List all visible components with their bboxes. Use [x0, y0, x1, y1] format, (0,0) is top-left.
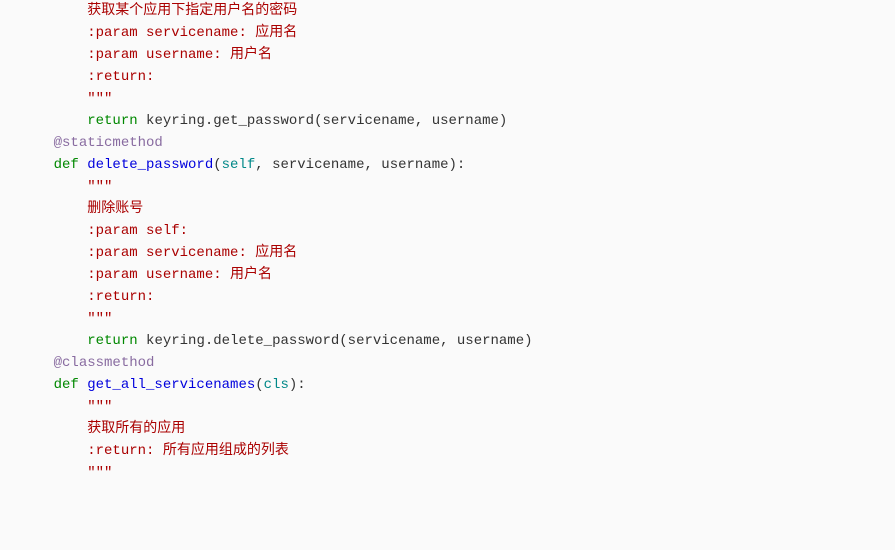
token-plain: ( — [255, 377, 263, 393]
token-comment: :param username: 用户名 — [87, 47, 272, 63]
token-keyword: return — [87, 333, 137, 349]
code-line: return keyring.get_password(servicename,… — [20, 110, 895, 132]
code-line: 获取某个应用下指定用户名的密码 — [20, 0, 895, 22]
code-line: :return: 所有应用组成的列表 — [20, 440, 895, 462]
code-line: @staticmethod — [20, 132, 895, 154]
code-line: def delete_password(self, servicename, u… — [20, 154, 895, 176]
code-line: """ — [20, 88, 895, 110]
token-plain: , servicename, username): — [255, 157, 465, 173]
code-line: 获取所有的应用 — [20, 418, 895, 440]
code-line: 删除账号 — [20, 198, 895, 220]
code-line: """ — [20, 396, 895, 418]
code-line: :param servicename: 应用名 — [20, 242, 895, 264]
token-comment: :param self: — [87, 223, 188, 239]
token-comment: 获取所有的应用 — [87, 421, 185, 437]
token-plain: keyring.delete_password(servicename, use… — [138, 333, 533, 349]
code-line: def get_all_servicenames(cls): — [20, 374, 895, 396]
token-plain: ( — [213, 157, 221, 173]
code-line: return keyring.delete_password(servicena… — [20, 330, 895, 352]
token-comment: :return: — [87, 69, 154, 85]
token-decorator: @classmethod — [54, 355, 155, 371]
code-line: :return: — [20, 66, 895, 88]
token-param: self — [222, 157, 256, 173]
token-funcname: delete_password — [87, 157, 213, 173]
token-comment: """ — [87, 399, 112, 415]
code-line: :param username: 用户名 — [20, 264, 895, 286]
token-keyword: def — [54, 377, 88, 393]
token-comment: :param servicename: 应用名 — [87, 25, 297, 41]
token-comment: :return: 所有应用组成的列表 — [87, 443, 289, 459]
code-line: @classmethod — [20, 352, 895, 374]
token-funcname: get_all_servicenames — [87, 377, 255, 393]
token-comment: """ — [87, 179, 112, 195]
code-line: """ — [20, 462, 895, 484]
token-plain: ): — [289, 377, 306, 393]
token-param: cls — [264, 377, 289, 393]
token-comment: """ — [87, 465, 112, 481]
token-keyword: return — [87, 113, 137, 129]
code-line: """ — [20, 308, 895, 330]
token-comment: :return: — [87, 289, 154, 305]
token-keyword: def — [54, 157, 88, 173]
token-comment: 删除账号 — [87, 201, 143, 217]
token-comment: """ — [87, 311, 112, 327]
token-plain: keyring.get_password(servicename, userna… — [138, 113, 508, 129]
code-line: :return: — [20, 286, 895, 308]
code-line: :param servicename: 应用名 — [20, 22, 895, 44]
code-line: :param self: — [20, 220, 895, 242]
token-comment: :param username: 用户名 — [87, 267, 272, 283]
code-line: :param username: 用户名 — [20, 44, 895, 66]
token-comment: 获取某个应用下指定用户名的密码 — [87, 3, 297, 19]
code-block: 获取某个应用下指定用户名的密码 :param servicename: 应用名 … — [0, 0, 895, 484]
token-comment: """ — [87, 91, 112, 107]
code-line: """ — [20, 176, 895, 198]
token-decorator: @staticmethod — [54, 135, 163, 151]
token-comment: :param servicename: 应用名 — [87, 245, 297, 261]
